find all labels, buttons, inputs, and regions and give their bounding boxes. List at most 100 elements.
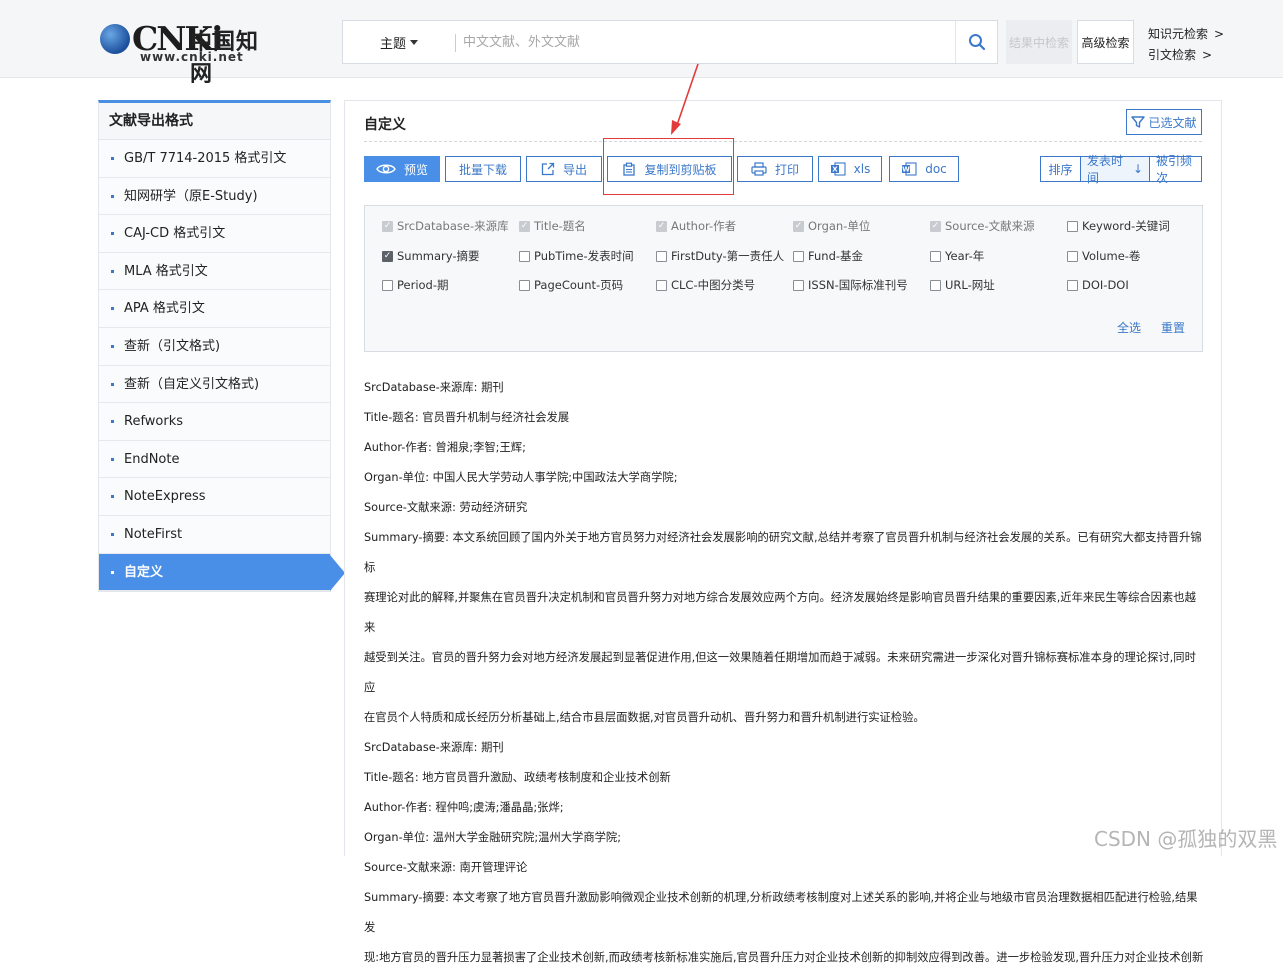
checkbox[interactable]: [1067, 220, 1078, 232]
sidebar-item-novelty-citation[interactable]: 查新（引文格式): [99, 327, 330, 366]
chevron-right-icon: >: [1202, 48, 1213, 62]
record-line: Title-题名: 地方官员晋升激励、政绩考核制度和企业技术创新: [364, 771, 671, 784]
word-file-icon: W: [902, 162, 917, 176]
sidebar-item-mla[interactable]: MLA 格式引文: [99, 252, 330, 291]
sort-label: 排序: [1040, 156, 1081, 182]
search-in-results-button[interactable]: 结果中检索: [1006, 20, 1072, 64]
sidebar-item-gbt7714[interactable]: GB/T 7714-2015 格式引文: [99, 140, 330, 178]
panel-title: 自定义: [364, 117, 406, 133]
preview-button[interactable]: 预览: [364, 156, 440, 182]
title-divider: [364, 141, 1202, 142]
watermark: CSDN @孤独的双黑: [1094, 827, 1278, 851]
field-author: Author-作者: [656, 218, 736, 234]
search-button[interactable]: [955, 21, 997, 63]
record-summary: Summary-摘要: 本文考察了地方官员晋升激励影响微观企业技术创新的机理,分…: [364, 891, 1198, 934]
export-panel: 自定义 已选文献 预览 批量下载 导出 复制到剪贴板 打印 X xls W do…: [344, 100, 1222, 964]
checkbox[interactable]: [793, 250, 804, 262]
field-pubtime[interactable]: PubTime-发表时间: [519, 248, 634, 264]
field-issn[interactable]: ISSN-国际标准刊号: [793, 277, 908, 293]
checkbox[interactable]: [519, 279, 530, 291]
logo-url-text: www.cnki.net: [140, 50, 244, 64]
sidebar-item-custom[interactable]: 自定义: [99, 553, 345, 592]
cnki-logo[interactable]: CNKi 中国知网 www.cnki.net: [100, 20, 272, 87]
record-line: SrcDatabase-来源库: 期刊: [364, 741, 504, 754]
sidebar-item-refworks[interactable]: Refworks: [99, 403, 330, 441]
field-fund[interactable]: Fund-基金: [793, 248, 863, 264]
sidebar-item-estudy[interactable]: 知网研学（原E-Study): [99, 177, 330, 216]
record-line: Source-文献来源: 劳动经济研究: [364, 501, 528, 514]
knowledge-search-link[interactable]: 知识元检索 >: [1148, 24, 1224, 45]
field-title: Title-题名: [519, 218, 586, 234]
export-format-sidebar: 文献导出格式 GB/T 7714-2015 格式引文 知网研学（原E-Study…: [98, 100, 345, 593]
reset-link[interactable]: 重置: [1161, 319, 1185, 336]
record-line: Title-题名: 官员晋升机制与经济社会发展: [364, 411, 570, 424]
search-type-dropdown[interactable]: 主题: [343, 21, 455, 63]
advanced-search-button[interactable]: 高级检索: [1077, 20, 1134, 64]
printer-icon: [751, 162, 767, 176]
eye-icon: [376, 164, 396, 174]
checkbox[interactable]: [793, 279, 804, 291]
field-url[interactable]: URL-网址: [930, 277, 995, 293]
sort-by-pubtime-button[interactable]: 发表时间 ↓: [1080, 154, 1150, 185]
side-links: 知识元检索 > 引文检索 >: [1148, 24, 1224, 66]
record-summary-line: 赛理论对此的解释,并聚焦在官员晋升决定机制和官员晋升努力对地方综合发展效应两个方…: [364, 591, 1196, 634]
checkbox[interactable]: [382, 250, 393, 262]
record-line: Author-作者: 程仲鸣;虞涛;潘晶晶;张烨;: [364, 801, 564, 814]
record-summary-line: 越受到关注。官员的晋升努力会对地方经济发展起到显著促进作用,但这一效果随着任期增…: [364, 651, 1196, 694]
field-year[interactable]: Year-年: [930, 248, 984, 264]
field-srcdatabase: SrcDatabase-来源库: [382, 218, 509, 234]
checkbox[interactable]: [930, 250, 941, 262]
checkbox[interactable]: [656, 250, 667, 262]
record-line: Organ-单位: 中国人民大学劳动人事学院;中国政法大学商学院;: [364, 471, 678, 484]
checkbox[interactable]: [519, 250, 530, 262]
field-doi[interactable]: DOI-DOI: [1067, 277, 1129, 293]
search-icon: [968, 34, 985, 51]
sort-by-cited-button[interactable]: 被引频次: [1149, 154, 1202, 185]
sidebar-item-notefirst[interactable]: NoteFirst: [99, 515, 330, 554]
field-pagecount[interactable]: PageCount-页码: [519, 277, 623, 293]
sidebar-title: 文献导出格式: [99, 103, 330, 140]
checkbox: [519, 220, 530, 232]
sidebar-item-noteexpress[interactable]: NoteExpress: [99, 478, 330, 516]
print-button[interactable]: 打印: [737, 156, 813, 182]
sidebar-item-cajcd[interactable]: CAJ-CD 格式引文: [99, 215, 330, 253]
sort-group: 排序 发表时间 ↓ 被引频次: [1040, 154, 1202, 185]
checkbox[interactable]: [1067, 250, 1078, 262]
checkbox: [930, 220, 941, 232]
select-all-link[interactable]: 全选: [1117, 319, 1141, 336]
export-button[interactable]: 导出: [526, 156, 602, 182]
sidebar-item-endnote[interactable]: EndNote: [99, 440, 330, 479]
batch-download-button[interactable]: 批量下载: [445, 156, 521, 182]
search-divider: [455, 34, 456, 52]
svg-text:W: W: [902, 166, 910, 174]
checkbox: [656, 220, 667, 232]
search-box: 主题: [342, 20, 998, 64]
export-doc-button[interactable]: W doc: [889, 156, 959, 182]
annotation-highlight-box: [603, 138, 734, 195]
field-selector: SrcDatabase-来源库 Title-题名 Author-作者 Organ…: [364, 205, 1203, 352]
field-keyword[interactable]: Keyword-关键词: [1067, 218, 1170, 234]
svg-text:X: X: [832, 166, 838, 174]
field-period[interactable]: Period-期: [382, 277, 449, 293]
globe-icon: [100, 24, 130, 54]
export-xls-button[interactable]: X xls: [818, 156, 882, 182]
checkbox[interactable]: [930, 279, 941, 291]
field-summary[interactable]: Summary-摘要: [382, 248, 480, 264]
record-line: Organ-单位: 温州大学金融研究院;温州大学商学院;: [364, 831, 622, 844]
citation-search-link[interactable]: 引文检索 >: [1148, 45, 1224, 66]
sidebar-item-novelty-custom[interactable]: 查新（自定义引文格式): [99, 365, 330, 404]
field-source: Source-文献来源: [930, 218, 1035, 234]
record-line: Source-文献来源: 南开管理评论: [364, 861, 528, 874]
field-volume[interactable]: Volume-卷: [1067, 248, 1140, 264]
checkbox[interactable]: [382, 279, 393, 291]
search-input[interactable]: [463, 27, 943, 57]
export-icon: [541, 162, 555, 176]
field-clc[interactable]: CLC-中图分类号: [656, 277, 755, 293]
selected-docs-button[interactable]: 已选文献: [1126, 109, 1202, 135]
chevron-down-icon: [410, 39, 418, 45]
field-firstduty[interactable]: FirstDuty-第一责任人: [656, 248, 784, 264]
filter-icon: [1131, 116, 1146, 128]
checkbox[interactable]: [1067, 279, 1078, 291]
checkbox[interactable]: [656, 279, 667, 291]
sidebar-item-apa[interactable]: APA 格式引文: [99, 290, 330, 328]
